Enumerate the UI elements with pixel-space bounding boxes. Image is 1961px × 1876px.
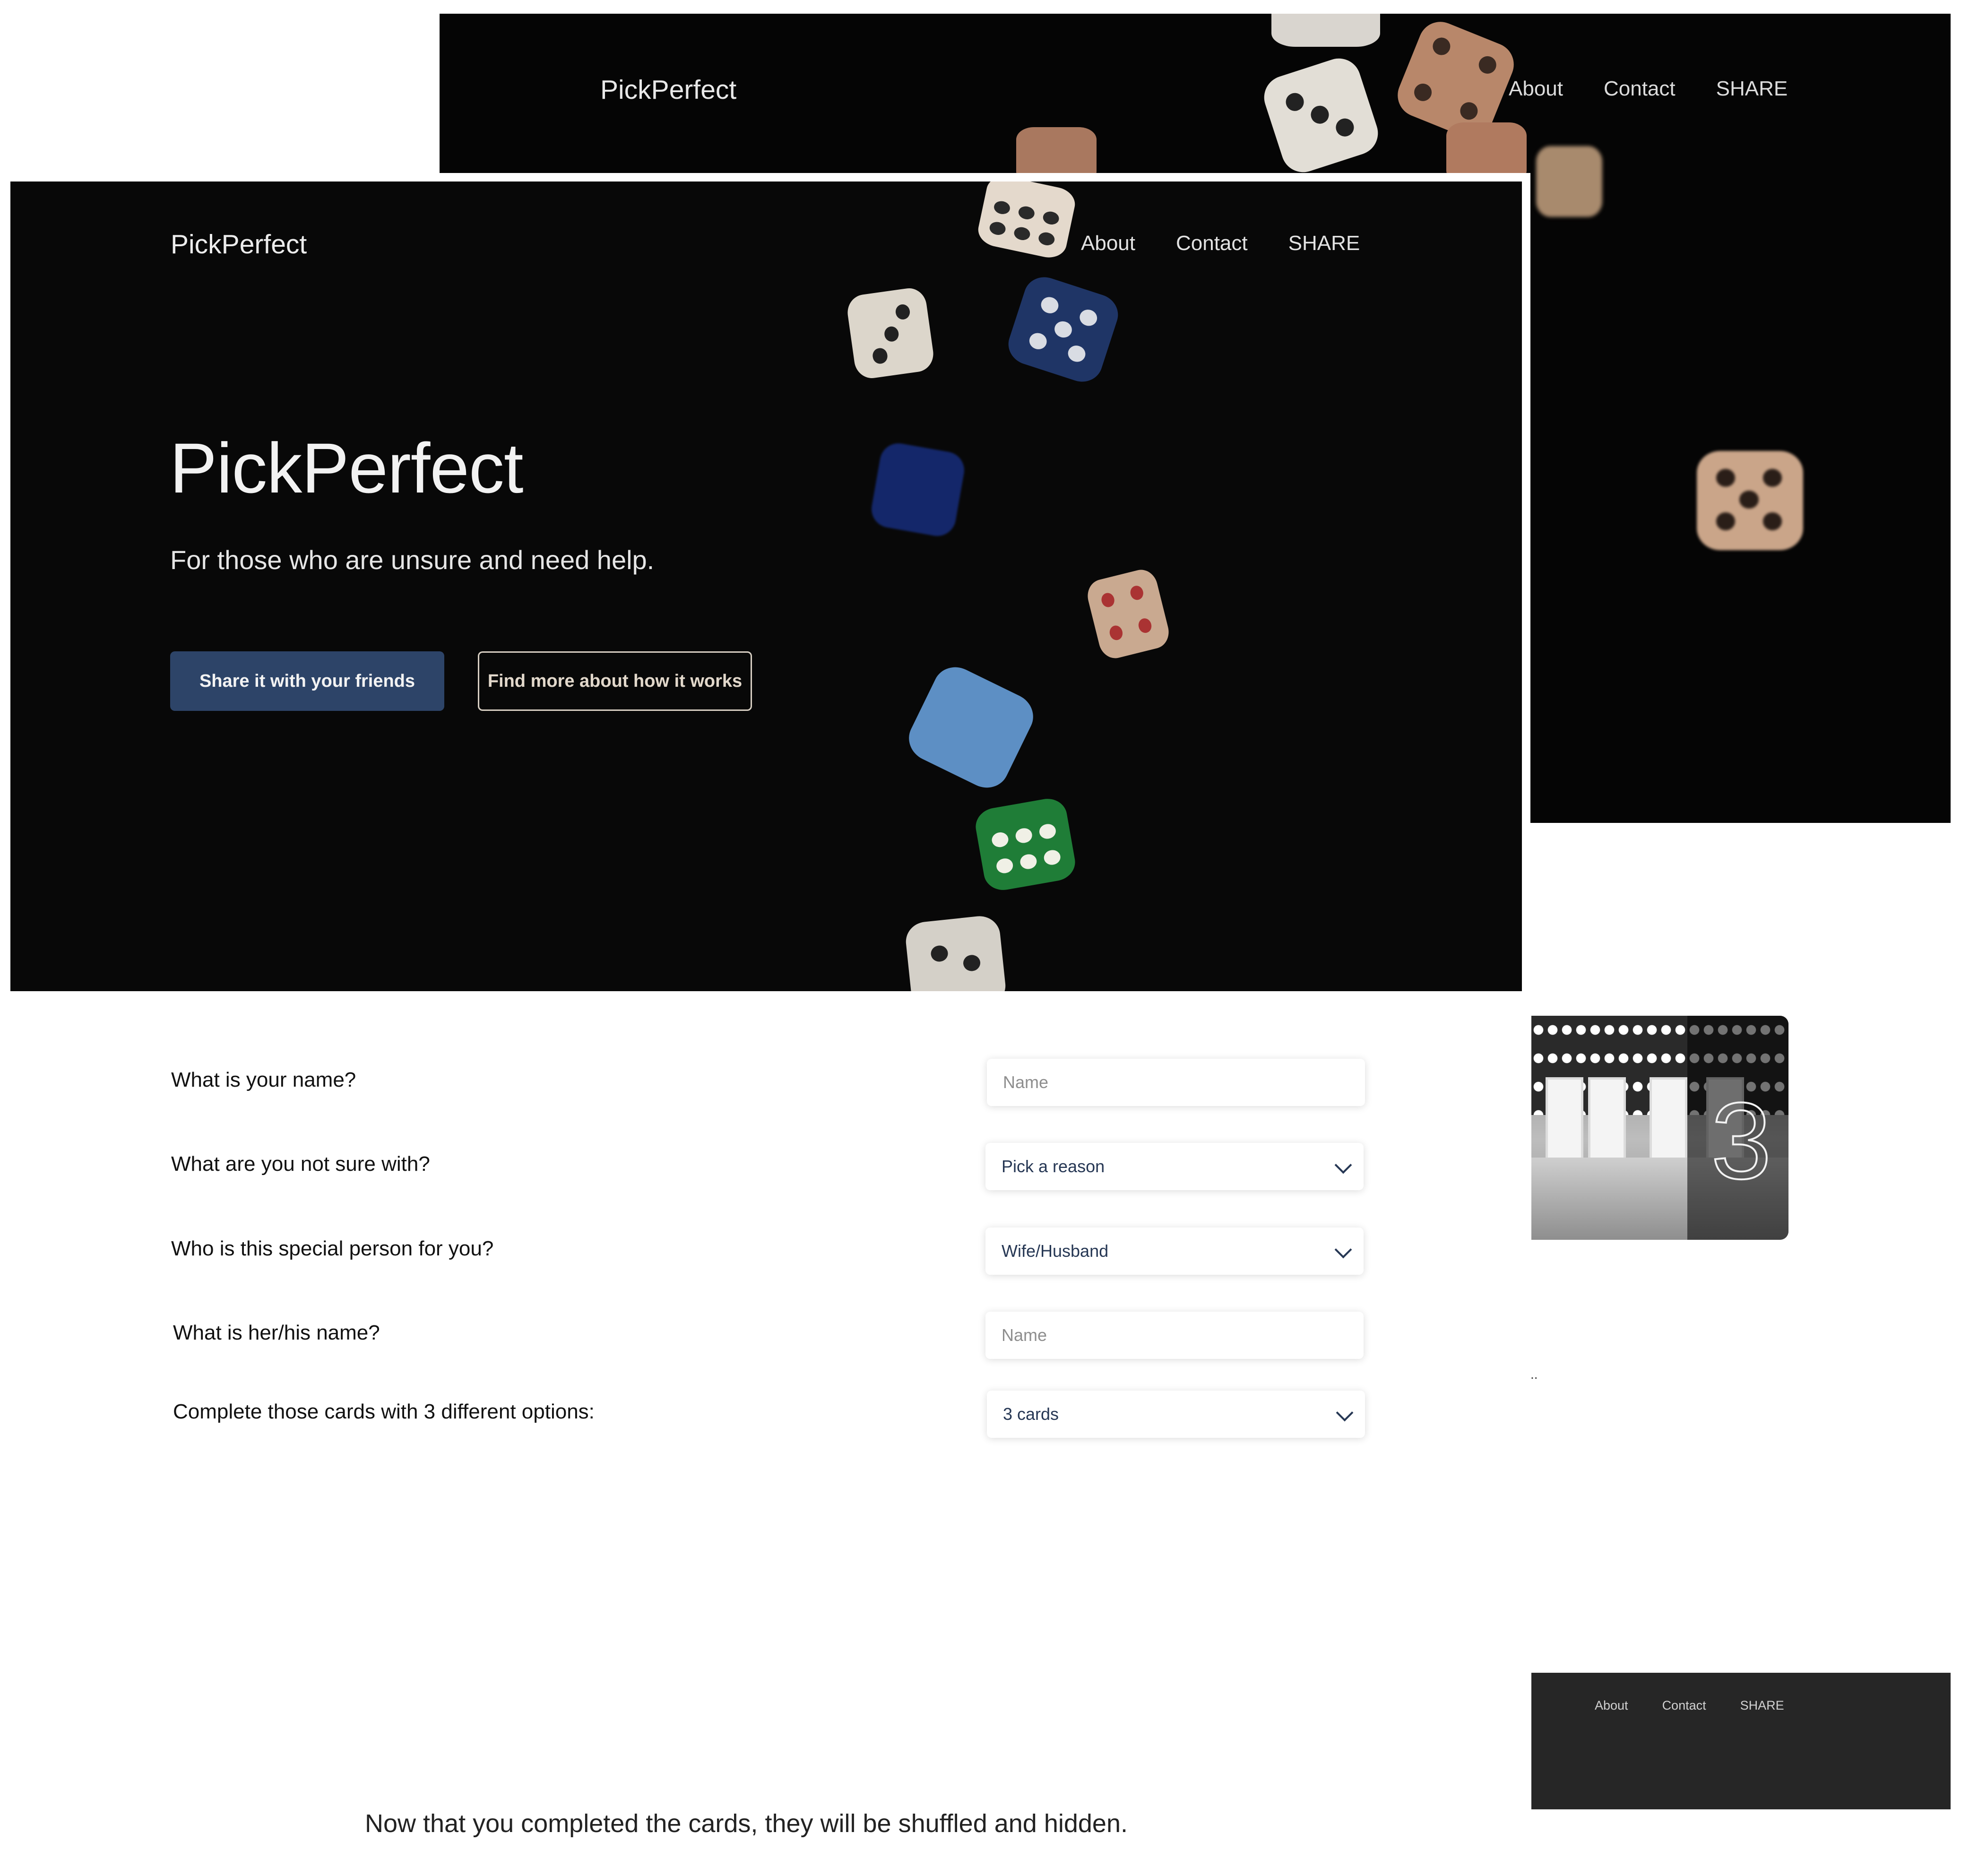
back-nav: About Contact SHARE bbox=[1509, 77, 1788, 101]
main-nav: About Contact SHARE bbox=[1081, 232, 1360, 255]
reason-select[interactable]: Pick a reason bbox=[985, 1143, 1364, 1190]
stray-mark: .. bbox=[1530, 1367, 1538, 1382]
question-label-name: What is your name? bbox=[171, 1068, 356, 1091]
find-more-button[interactable]: Find more about how it works bbox=[478, 651, 752, 711]
share-with-friends-button[interactable]: Share it with your friends bbox=[170, 651, 444, 711]
die-icon bbox=[975, 182, 1078, 261]
question-form: What is your name? Name What are you not… bbox=[0, 1016, 1418, 1465]
nav-about-link[interactable]: About bbox=[1509, 77, 1563, 101]
card-number: 3 bbox=[1710, 1080, 1772, 1202]
chevron-down-icon bbox=[1334, 1156, 1352, 1174]
die-icon bbox=[904, 914, 1008, 991]
die-icon bbox=[845, 286, 936, 380]
die-icon bbox=[1697, 451, 1803, 550]
shuffle-note: Now that you completed the cards, they w… bbox=[365, 1809, 1128, 1838]
door-card[interactable]: 3 bbox=[1531, 1016, 1788, 1240]
name-input[interactable]: Name bbox=[987, 1059, 1365, 1106]
reason-select-value: Pick a reason bbox=[1002, 1157, 1105, 1176]
die-icon bbox=[901, 659, 1041, 795]
hero-subtitle: For those who are unsure and need help. bbox=[170, 545, 655, 575]
chevron-down-icon bbox=[1334, 1241, 1352, 1259]
nav-share-link[interactable]: SHARE bbox=[1288, 232, 1360, 255]
question-label-reason: What are you not sure with? bbox=[171, 1152, 430, 1176]
person-select-value: Wife/Husband bbox=[1002, 1241, 1109, 1261]
hero-title: PickPerfect bbox=[170, 428, 524, 508]
question-label-person: Who is this special person for you? bbox=[171, 1237, 494, 1260]
hero-section: PickPerfect About Contact SHARE PickPerf… bbox=[10, 182, 1522, 991]
die-icon bbox=[868, 440, 968, 539]
partner-name-input[interactable]: Name bbox=[985, 1312, 1364, 1359]
nav-about-link[interactable]: About bbox=[1081, 232, 1135, 255]
die-icon bbox=[1084, 566, 1173, 662]
die-icon bbox=[1003, 271, 1123, 388]
brand-logo[interactable]: PickPerfect bbox=[171, 229, 307, 260]
cards-select-value: 3 cards bbox=[1003, 1404, 1059, 1424]
nav-contact-link[interactable]: Contact bbox=[1176, 232, 1248, 255]
footer-about-link[interactable]: About bbox=[1595, 1698, 1628, 1713]
chevron-down-icon bbox=[1336, 1404, 1354, 1422]
question-label-cards: Complete those cards with 3 different op… bbox=[173, 1400, 595, 1423]
person-select[interactable]: Wife/Husband bbox=[985, 1228, 1364, 1275]
nav-contact-link[interactable]: Contact bbox=[1604, 77, 1676, 101]
cards-select[interactable]: 3 cards bbox=[987, 1391, 1365, 1438]
back-nav-bar: PickPerfect About Contact SHARE bbox=[440, 14, 1951, 170]
back-brand-logo[interactable]: PickPerfect bbox=[600, 74, 736, 105]
footer-share-link[interactable]: SHARE bbox=[1740, 1698, 1784, 1713]
footer-nav: About Contact SHARE bbox=[1595, 1698, 1784, 1713]
question-label-partner-name: What is her/his name? bbox=[173, 1321, 380, 1344]
die-icon bbox=[973, 795, 1078, 893]
footer-bar: About Contact SHARE bbox=[1531, 1673, 1951, 1809]
footer-contact-link[interactable]: Contact bbox=[1662, 1698, 1706, 1713]
nav-share-link[interactable]: SHARE bbox=[1716, 77, 1788, 101]
